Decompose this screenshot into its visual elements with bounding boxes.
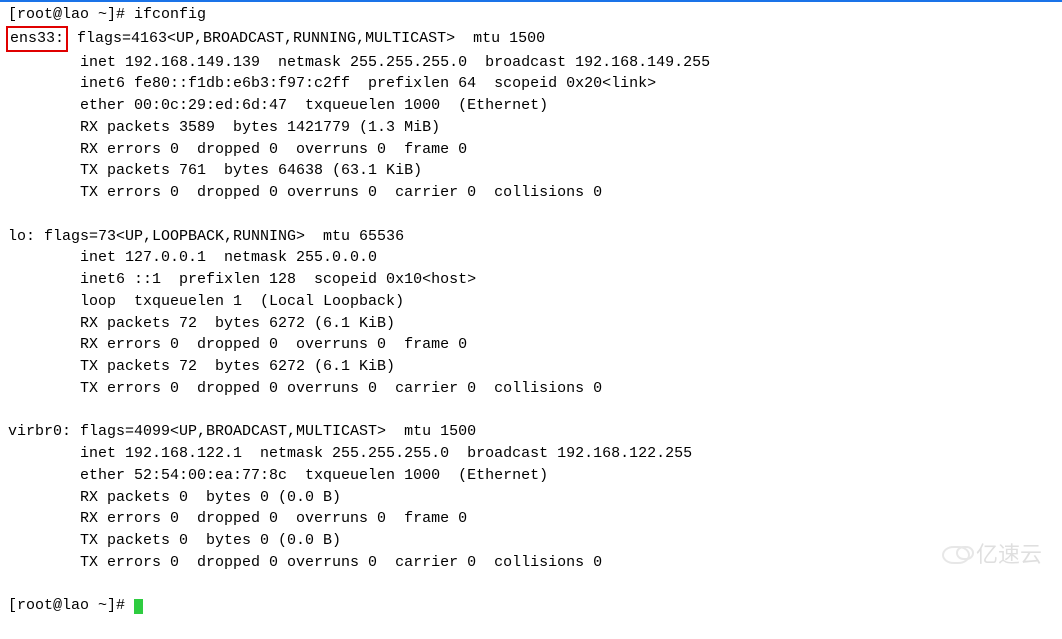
lo-rx-errors: RX errors 0 dropped 0 overruns 0 frame 0 <box>8 334 1054 356</box>
ens33-rx-packets: RX packets 3589 bytes 1421779 (1.3 MiB) <box>8 117 1054 139</box>
shell-prompt: [root@lao ~]# <box>8 597 134 614</box>
lo-inet: inet 127.0.0.1 netmask 255.0.0.0 <box>8 247 1054 269</box>
lo-loop: loop txqueuelen 1 (Local Loopback) <box>8 291 1054 313</box>
virbr0-inet: inet 192.168.122.1 netmask 255.255.255.0… <box>8 443 1054 465</box>
iface-ens33-header: ens33: flags=4163<UP,BROADCAST,RUNNING,M… <box>8 26 1054 52</box>
lo-tx-packets: TX packets 72 bytes 6272 (6.1 KiB) <box>8 356 1054 378</box>
watermark-text: 亿速云 <box>976 539 1042 571</box>
blank-line <box>8 400 1054 422</box>
ens33-tx-errors: TX errors 0 dropped 0 overruns 0 carrier… <box>8 182 1054 204</box>
blank-line <box>8 574 1054 596</box>
top-accent-border <box>0 0 1062 2</box>
ens33-rx-errors: RX errors 0 dropped 0 overruns 0 frame 0 <box>8 139 1054 161</box>
ens33-inet: inet 192.168.149.139 netmask 255.255.255… <box>8 52 1054 74</box>
virbr0-rx-packets: RX packets 0 bytes 0 (0.0 B) <box>8 487 1054 509</box>
ens33-inet6: inet6 fe80::f1db:e6b3:f97:c2ff prefixlen… <box>8 73 1054 95</box>
ens33-tx-packets: TX packets 761 bytes 64638 (63.1 KiB) <box>8 160 1054 182</box>
virbr0-tx-packets: TX packets 0 bytes 0 (0.0 B) <box>8 530 1054 552</box>
prompt-line[interactable]: [root@lao ~]# <box>8 595 1054 617</box>
lo-tx-errors: TX errors 0 dropped 0 overruns 0 carrier… <box>8 378 1054 400</box>
blank-line <box>8 204 1054 226</box>
terminal-output[interactable]: [root@lao ~]# ifconfig ens33: flags=4163… <box>8 4 1054 617</box>
lo-rx-packets: RX packets 72 bytes 6272 (6.1 KiB) <box>8 313 1054 335</box>
command-line: [root@lao ~]# ifconfig <box>8 4 1054 26</box>
virbr0-tx-errors: TX errors 0 dropped 0 overruns 0 carrier… <box>8 552 1054 574</box>
lo-inet6: inet6 ::1 prefixlen 128 scopeid 0x10<hos… <box>8 269 1054 291</box>
ens33-ether: ether 00:0c:29:ed:6d:47 txqueuelen 1000 … <box>8 95 1054 117</box>
iface-lo-header: lo: flags=73<UP,LOOPBACK,RUNNING> mtu 65… <box>8 226 1054 248</box>
iface-virbr0-header: virbr0: flags=4099<UP,BROADCAST,MULTICAS… <box>8 421 1054 443</box>
virbr0-ether: ether 52:54:00:ea:77:8c txqueuelen 1000 … <box>8 465 1054 487</box>
ens33-highlight: ens33: <box>6 26 68 52</box>
watermark: 亿速云 <box>942 539 1042 571</box>
virbr0-rx-errors: RX errors 0 dropped 0 overruns 0 frame 0 <box>8 508 1054 530</box>
watermark-logo-icon <box>942 546 970 564</box>
cursor-icon <box>134 599 143 614</box>
ens33-flags: flags=4163<UP,BROADCAST,RUNNING,MULTICAS… <box>68 30 545 47</box>
